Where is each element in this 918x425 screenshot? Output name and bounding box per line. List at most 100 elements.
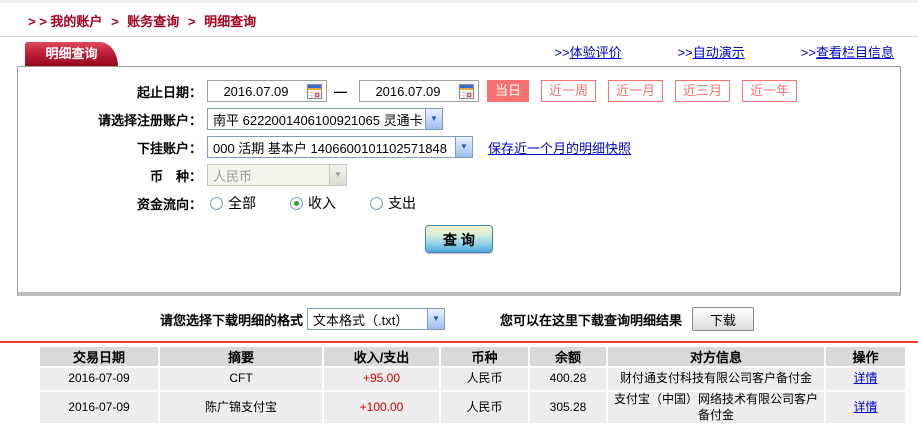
currency-row: 币 种： 人民币 ▼ (18, 164, 900, 186)
calendar-icon (458, 83, 474, 99)
breadcrumb-prefix: > > (28, 14, 47, 29)
quick-range-today-button[interactable]: 当日 (487, 80, 530, 102)
sub-account-row: 下挂账户： 000 活期 基本户 1406600101102571848 ▼ 保… (18, 136, 900, 158)
cell-balance: 305.28 (530, 392, 606, 424)
end-date-box (359, 80, 479, 102)
quick-range-3months-button[interactable]: 近三月 (675, 80, 731, 102)
download-format-label: 请您选择下载明细的格式 (160, 312, 304, 328)
download-row: 请您选择下载明细的格式 文本格式（.txt） ▼ 您可以在这里下载查询明细结果 … (160, 307, 918, 331)
fund-flow-radio-group: 全部 收入 支出 (210, 193, 450, 213)
currency-value: 人民币 (213, 168, 253, 184)
currency-select: 人民币 ▼ (207, 164, 347, 186)
fund-flow-row: 资金流向： 全部 收入 支出 (18, 192, 900, 214)
cell-trade-date: 2016-07-09 (40, 368, 158, 390)
radio-label[interactable]: 收入 (308, 193, 336, 213)
cell-summary: CFT (160, 368, 322, 390)
header-counterparty: 对方信息 (608, 347, 824, 366)
quick-range-month-button[interactable]: 近一月 (608, 80, 664, 102)
table-row: 2016-07-09 陈广锦支付宝 +100.00 人民币 305.28 支付宝… (40, 392, 905, 424)
save-snapshot-link[interactable]: 保存近一个月的明细快照 (488, 138, 631, 157)
link-arrows: >> (554, 45, 570, 60)
sub-account-select[interactable]: 000 活期 基本户 1406600101102571848 ▼ (207, 136, 473, 158)
fund-flow-expense-option[interactable]: 支出 (370, 193, 416, 213)
experience-rating-link[interactable]: >>体验评价 (554, 42, 621, 61)
top-links: >>体验评价 >>自动演示 >>查看栏目信息 (554, 42, 894, 61)
view-column-info-link[interactable]: >>查看栏目信息 (801, 42, 894, 61)
radio-button-icon[interactable] (210, 196, 223, 210)
results-table: 交易日期 摘要 收入/支出 币种 余额 对方信息 操作 2016-07-09 C… (38, 345, 907, 425)
chevron-down-icon: ▼ (329, 165, 346, 185)
breadcrumb-item-account-query[interactable]: 账务查询 (127, 14, 179, 29)
register-account-row: 请选择注册账户： 南平 6222001406100921065 灵通卡 ▼ (18, 108, 900, 130)
link-label: 体验评价 (569, 45, 622, 60)
chevron-down-icon: ▼ (455, 137, 472, 157)
breadcrumb-separator: > (187, 14, 196, 29)
quick-range-year-button[interactable]: 近一年 (742, 80, 798, 102)
cell-action: 详情 (826, 368, 905, 390)
end-date-input[interactable] (360, 82, 456, 100)
currency-label: 币 种： (149, 168, 202, 184)
cell-amount: +95.00 (324, 368, 439, 390)
fund-flow-income-option[interactable]: 收入 (290, 193, 336, 213)
tab-detail-query[interactable]: 明细查询 (25, 42, 118, 66)
table-header-row: 交易日期 摘要 收入/支出 币种 余额 对方信息 操作 (40, 347, 905, 366)
header-summary: 摘要 (160, 347, 322, 366)
header-currency: 币种 (441, 347, 528, 366)
quick-range-buttons: 当日 近一周 近一月 近三月 近一年 (487, 80, 798, 102)
register-account-value: 南平 6222001406100921065 灵通卡 (213, 112, 423, 128)
header-amount: 收入/支出 (324, 347, 439, 366)
register-account-label: 请选择注册账户： (97, 112, 202, 128)
red-divider (0, 341, 918, 343)
cell-action: 详情 (826, 392, 905, 424)
cell-counterparty: 支付宝（中国）网络技术有限公司客户备付金 (608, 392, 824, 424)
radio-button-icon[interactable] (370, 196, 383, 210)
download-hint: 您可以在这里下载查询明细结果 (500, 312, 683, 328)
breadcrumb-item-detail-query[interactable]: 明细查询 (204, 14, 256, 29)
table-row: 2016-07-09 CFT +95.00 人民币 400.28 财付通支付科技… (40, 368, 905, 390)
download-format-value: 文本格式（.txt） (313, 312, 409, 328)
link-arrows: >> (800, 45, 816, 60)
query-form-panel: 起止日期： — (17, 66, 901, 296)
download-format-select[interactable]: 文本格式（.txt） ▼ (307, 308, 446, 330)
start-date-box (207, 80, 327, 102)
fund-flow-label: 资金流向： (136, 196, 202, 212)
cell-balance: 400.28 (530, 368, 606, 390)
link-arrows: >> (677, 45, 693, 60)
cell-currency: 人民币 (441, 368, 528, 390)
cell-summary: 陈广锦支付宝 (160, 392, 322, 424)
date-range-row: 起止日期： — (18, 80, 900, 102)
query-button[interactable]: 查 询 (425, 225, 493, 253)
tab-bar: 明细查询 >>体验评价 >>自动演示 >>查看栏目信息 (0, 37, 918, 66)
date-range-dash: — (334, 83, 347, 99)
header-balance: 余额 (530, 347, 606, 366)
sub-account-label: 下挂账户： (136, 140, 202, 156)
chevron-down-icon: ▼ (425, 109, 442, 129)
detail-link[interactable]: 详情 (853, 371, 877, 385)
link-label: 查看栏目信息 (815, 45, 894, 60)
header-action: 操作 (826, 347, 905, 366)
end-date-calendar-button[interactable] (456, 81, 476, 101)
detail-link[interactable]: 详情 (853, 400, 877, 414)
breadcrumb-item-my-account[interactable]: 我的账户 (50, 14, 102, 29)
date-range-label: 起止日期： (136, 84, 202, 100)
quick-range-week-button[interactable]: 近一周 (541, 80, 597, 102)
sub-account-value: 000 活期 基本户 1406600101102571848 (213, 140, 447, 156)
fund-flow-all-option[interactable]: 全部 (210, 193, 256, 213)
start-date-calendar-button[interactable] (304, 81, 324, 101)
register-account-select[interactable]: 南平 6222001406100921065 灵通卡 ▼ (207, 108, 443, 130)
start-date-input[interactable] (208, 82, 304, 100)
breadcrumb: > > 我的账户 > 账务查询 > 明细查询 (0, 3, 918, 30)
cell-trade-date: 2016-07-09 (40, 392, 158, 424)
link-label: 自动演示 (692, 45, 745, 60)
header-trade-date: 交易日期 (40, 347, 158, 366)
radio-button-selected-icon[interactable] (290, 196, 303, 210)
breadcrumb-separator: > (111, 14, 119, 29)
cell-currency: 人民币 (441, 392, 528, 424)
radio-label[interactable]: 全部 (228, 193, 256, 213)
cell-amount: +100.00 (324, 392, 439, 424)
cell-counterparty: 财付通支付科技有限公司客户备付金 (608, 368, 824, 390)
radio-label[interactable]: 支出 (388, 193, 416, 213)
download-button[interactable]: 下载 (692, 307, 755, 331)
query-button-row: 查 询 (18, 225, 900, 253)
auto-demo-link[interactable]: >>自动演示 (678, 42, 745, 61)
